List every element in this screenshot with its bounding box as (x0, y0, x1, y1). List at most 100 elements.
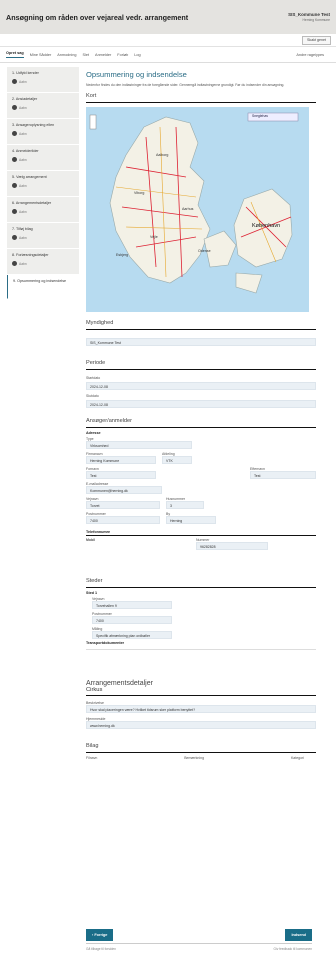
map-town-label: Viborg (134, 191, 145, 195)
step-status-text: Aabn (19, 131, 27, 136)
step-9-current[interactable]: 9. Opsummering og indsendelse (7, 275, 79, 299)
ansoger-section: Ansøger/anmelder Adresse Type Virksomhed… (86, 418, 316, 550)
step-status: Aabn (12, 183, 75, 188)
phone-number-value: 96282828 (196, 542, 268, 550)
map-layer-tab[interactable]: Sneglehav (252, 114, 268, 118)
sub-toolbar: Skakt genet (0, 34, 336, 47)
map-town-label: Vejle (150, 235, 158, 239)
husnummer-value: 3 (166, 501, 204, 509)
step-label: 3. Ansøgeroplysning ellen (12, 123, 55, 127)
tab-log[interactable]: Log (134, 53, 140, 57)
tab-forlob[interactable]: Forløb (117, 53, 128, 57)
steder-heading: Steder (86, 578, 316, 588)
step-status-text: Aabn (19, 261, 27, 266)
step-label: 9. Opsummering og indsendelse (13, 279, 67, 283)
ansoger-heading: Ansøger/anmelder (86, 418, 316, 428)
status-dot-icon (12, 261, 17, 266)
top-navigation: Opret sag Mine Sådder Anmodning Slet Anm… (0, 47, 336, 63)
step-status: Aabn (12, 131, 75, 136)
denmark-map[interactable]: Sneglehav Aalborg Viborg Aarhus Vejle Es… (86, 107, 309, 312)
tab-other-types[interactable]: Andre rageiypes (296, 53, 324, 57)
user-info[interactable]: SIS_Kommune Test Herning Kommune (288, 12, 330, 22)
step-label: 1. Udfyld kender (12, 71, 39, 75)
afdeling-value: VTK (162, 456, 192, 464)
map-heading: Kort (86, 93, 316, 103)
arrangement-heading: Arrangementsdetaljer (86, 680, 153, 687)
bilag-section: Bilag Filnavn Bemærkning Kategori (86, 743, 316, 760)
tab-anmelder[interactable]: Anmelder (95, 53, 111, 57)
step-8[interactable]: 8. Forlæsningsdetaljer Aabn (7, 249, 79, 275)
bilag-table-header: Filnavn Bemærkning Kategori (86, 756, 316, 760)
step-3[interactable]: 3. Ansøgeroplysning ellen Aabn (7, 119, 79, 145)
map-city-label: København (252, 223, 281, 229)
status-dot-icon (12, 183, 17, 188)
step-5[interactable]: 5. Vælg arrangement Aabn (7, 171, 79, 197)
status-dot-icon (12, 79, 17, 84)
status-dot-icon (12, 105, 17, 110)
step-6[interactable]: 6. Arrangementsdetaljer Aabn (7, 197, 79, 223)
sted-postnr-value: 7400 (92, 616, 172, 624)
map-town-label: Aarhus (182, 207, 194, 211)
tab-mine-sager[interactable]: Mine Sådder (30, 53, 52, 57)
map-town-label: Odense (198, 249, 211, 253)
step-4[interactable]: 4. Anmelderilder Aabn (7, 145, 79, 171)
step-sidebar: 1. Udfyld kender Aabn 2. Ansiadetaljer Aab… (7, 67, 79, 299)
status-dot-icon (12, 157, 17, 162)
step-7[interactable]: 7. Tilføj bilag Aabn (7, 223, 79, 249)
bilag-heading: Bilag (86, 743, 316, 753)
step-status-text: Aabn (19, 79, 27, 84)
step-status-text: Aabn (19, 105, 27, 110)
status-dot-icon (12, 209, 17, 214)
sted-label: Sted 1 (86, 591, 98, 595)
phone-row: Mobil Nummer 96282828 (86, 538, 316, 550)
address-row: Vejnavn Torvet Husnummer 3 (86, 497, 316, 509)
slut-value: 2024-12-08 (86, 400, 316, 408)
step-status-text: Aabn (19, 183, 27, 188)
summary-title: Opsummering og indsendelse (86, 70, 187, 79)
map-town-label: Aalborg (156, 153, 169, 157)
bottom-bar: Gå tilbage til forsiden Giv feedback til… (86, 943, 312, 951)
bilag-col: Bemærkning (184, 756, 205, 760)
previous-button[interactable]: ‹ Forrige (86, 929, 114, 941)
vejnavn-value: Torvet (86, 501, 160, 509)
status-dot-icon (12, 131, 17, 136)
save-draft-button[interactable]: Skakt genet (302, 35, 331, 45)
myndighed-heading: Myndighed (86, 320, 316, 330)
type-value: Virksomhed (86, 441, 192, 449)
main-content: Opsummering og indsendelse Nedenfor find… (86, 67, 316, 760)
step-1[interactable]: 1. Udfyld kender Aabn (7, 67, 79, 93)
myndighed-section: Myndighed SIS_Kommune Test (86, 320, 316, 346)
step-label: 8. Forlæsningsdetaljer (12, 253, 49, 257)
name-row: Fornavn Test Efternavn Test (86, 467, 316, 479)
sted-transport-label: Transportdokumenter (86, 641, 125, 645)
postnr-value: 7400 (86, 516, 160, 524)
periode-section: Periode Startdato 2024-12-08 Slutdato 20… (86, 360, 316, 408)
fornavn-value: Test (86, 471, 156, 479)
feedback-link[interactable]: Giv feedback til kommunen (274, 947, 312, 951)
telefon-subheading: Telefonnumre (86, 530, 316, 536)
step-2[interactable]: 2. Ansiadetaljer Aabn (7, 93, 79, 119)
step-status: Aabn (12, 235, 75, 240)
step-status: Aabn (12, 157, 75, 162)
arr-web-value: www.herning.dk (86, 721, 316, 729)
back-to-front-link[interactable]: Gå tilbage til forsiden (86, 947, 116, 951)
step-status: Aabn (12, 105, 75, 110)
user-org: Herning Kommune (302, 18, 331, 22)
status-dot-icon (12, 235, 17, 240)
postnr-row: Postnummer 7400 By Herning (86, 512, 316, 524)
map-section: Kort Sneglehav Aalborg Viborg Aarhus Vej… (86, 93, 316, 312)
arrangement-section: Arrangementsdetaljer Cirkus Beskrivelse … (86, 680, 316, 729)
sted-maling-value: Specifik afmærkning plan ordbøller (92, 631, 172, 639)
tab-opret-sag[interactable]: Opret sag (6, 51, 24, 58)
tab-anmodning[interactable]: Anmodning (57, 53, 76, 57)
steder-section: Steder Sted 1 Vejnavn Torvehallen 9 Post… (86, 578, 316, 650)
firma-value: Herning Kommune (86, 456, 156, 464)
step-status: Aabn (12, 79, 75, 84)
form-footer: ‹ Forrige Indsend (86, 929, 312, 941)
tab-slet[interactable]: Slet (82, 53, 89, 57)
firma-row: Firmanavn Herning Kommune Afdeling VTK (86, 452, 316, 464)
submit-button[interactable]: Indsend (285, 929, 312, 941)
previous-button-label: Forrige (94, 933, 108, 937)
slut-label: Slutdato (86, 394, 99, 398)
start-label: Startdato (86, 376, 101, 380)
